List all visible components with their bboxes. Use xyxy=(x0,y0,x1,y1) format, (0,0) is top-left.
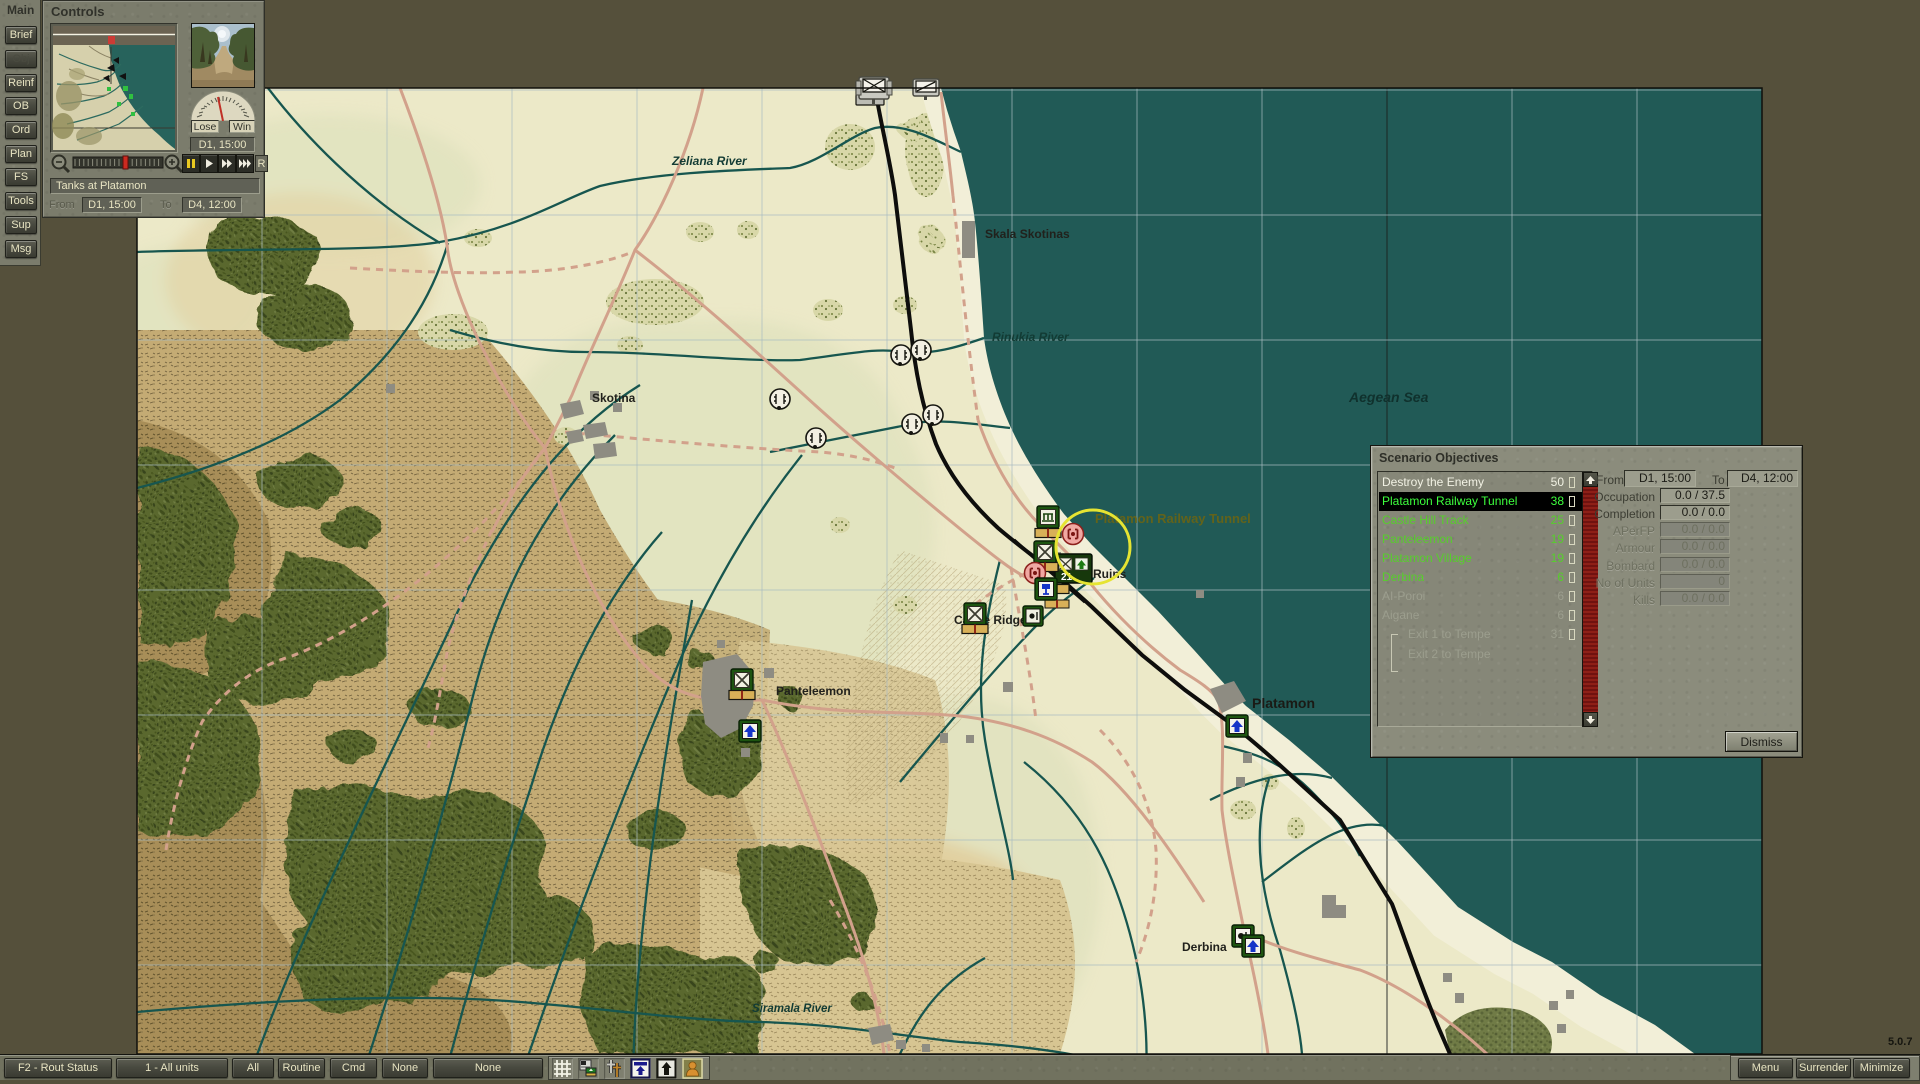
svg-text:Skotina: Skotina xyxy=(592,391,636,405)
svg-text:Platamon: Platamon xyxy=(1252,695,1315,711)
svg-text:Aegean Sea: Aegean Sea xyxy=(1348,389,1429,405)
svg-text:Derbina: Derbina xyxy=(1182,940,1227,954)
svg-text:Zeliana River: Zeliana River xyxy=(671,154,748,168)
svg-text:Rinukia River: Rinukia River xyxy=(992,330,1070,344)
svg-text:Siramala River: Siramala River xyxy=(752,1003,832,1015)
svg-text:Panteleemon: Panteleemon xyxy=(776,684,851,698)
svg-text:Skala Skotinas: Skala Skotinas xyxy=(985,227,1070,241)
